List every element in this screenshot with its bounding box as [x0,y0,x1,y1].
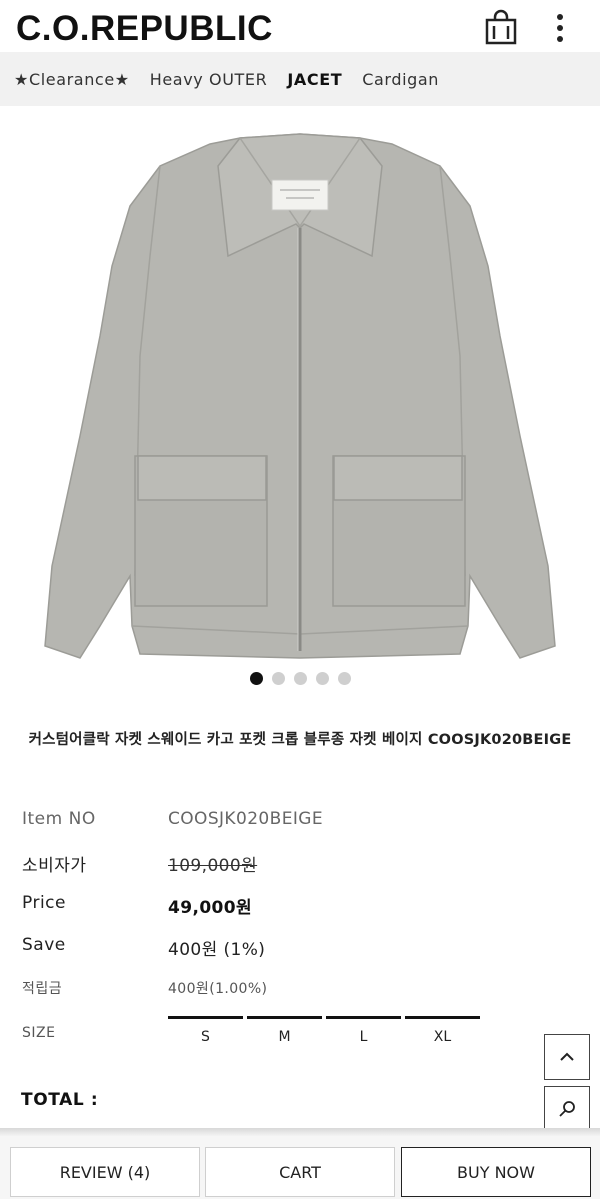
item-no-label: Item NO [22,809,96,829]
search-icon [559,1101,575,1117]
total-label: TOTAL : [21,1090,99,1110]
price-row: Price 49,000원 [22,893,582,918]
cart-button[interactable]: CART [205,1147,395,1197]
brand-logo[interactable]: C.O.REPUBLIC [16,9,273,49]
category-cardigan[interactable]: Cardigan [362,70,439,89]
save-row: Save 400원 (1%) [22,935,582,960]
save-label: Save [22,935,66,955]
size-option-l[interactable]: L [326,1016,401,1048]
size-option-xl[interactable]: XL [405,1016,480,1048]
review-button[interactable]: REVIEW (4) [10,1147,200,1197]
search-button[interactable] [544,1086,590,1132]
category-nav: ★Clearance★ Heavy OUTER JACET Cardigan [0,52,600,106]
carousel-dot[interactable] [271,672,285,685]
shopping-bag-icon[interactable] [482,9,520,47]
carousel-dot[interactable] [249,672,263,685]
size-option-m[interactable]: M [247,1016,322,1048]
item-no-row: Item NO COOSJK020BEIGE [22,809,582,833]
header: C.O.REPUBLIC [0,0,600,52]
points-value: 400원(1.00%) [168,981,268,997]
points-row: 적립금 400원(1.00%) [22,978,582,1000]
chevron-up-icon [560,1052,574,1061]
scroll-top-button[interactable] [544,1034,590,1080]
category-clearance[interactable]: ★Clearance★ [14,70,130,89]
carousel-dot[interactable] [293,672,307,685]
msrp-row: 소비자가 109,000원 [22,851,582,876]
bottom-bar-shadow [0,1128,600,1136]
product-title: 커스텀어클락 자켓 스웨이드 카고 포켓 크롭 블루종 자켓 베이지 COOSJ… [28,732,572,748]
save-value: 400원 (1%) [168,940,266,960]
product-image[interactable] [0,106,600,666]
category-jacket[interactable]: JACET [287,70,342,89]
carousel-dot[interactable] [337,672,351,685]
msrp-label: 소비자가 [22,856,87,876]
bottom-action-bar: REVIEW (4) CART BUY NOW [0,1136,600,1199]
msrp-value: 109,000원 [168,856,258,876]
more-vertical-icon[interactable] [546,9,574,47]
buy-now-button[interactable]: BUY NOW [401,1147,591,1197]
points-label: 적립금 [22,981,63,997]
size-options: S M L XL [168,1016,480,1048]
price-label: Price [22,893,66,913]
carousel-dot[interactable] [315,672,329,685]
size-option-s[interactable]: S [168,1016,243,1048]
size-label: SIZE [22,1025,56,1041]
price-value: 49,000원 [168,898,253,918]
image-carousel-dots [0,672,600,686]
category-heavy-outer[interactable]: Heavy OUTER [150,70,268,89]
item-no-value: COOSJK020BEIGE [168,809,323,829]
